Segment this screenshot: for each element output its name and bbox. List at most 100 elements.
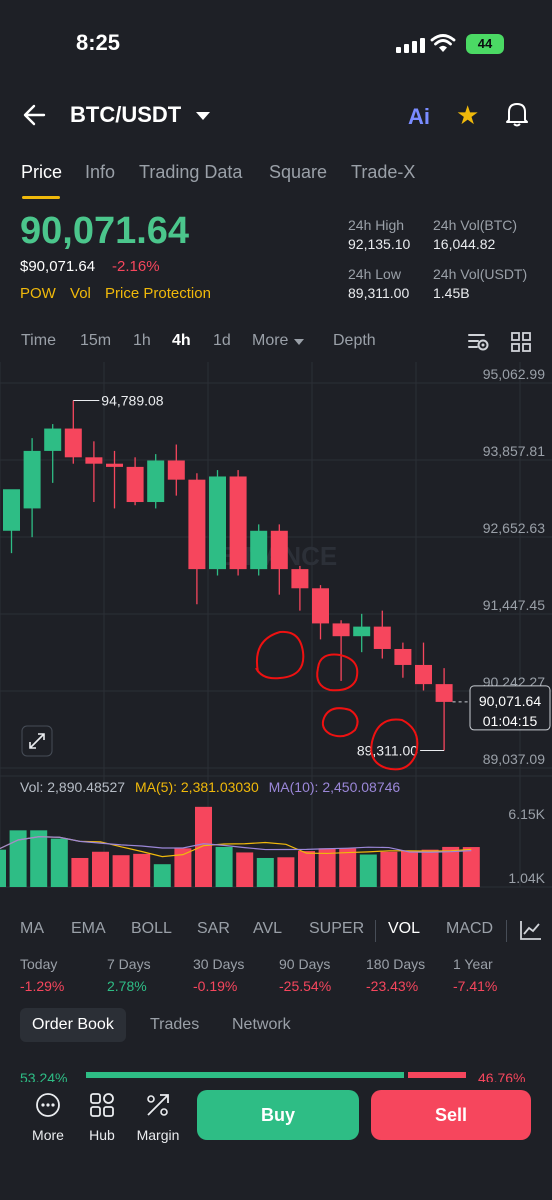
tab-trades[interactable]: Trades — [138, 1008, 211, 1042]
tab-price[interactable]: Price — [21, 162, 62, 183]
candlestick-chart[interactable]: BINANCE 95,062.9993,857.8192,652.6391,44… — [0, 362, 552, 892]
candle-body — [270, 530, 288, 570]
interval-15m[interactable]: 15m — [80, 332, 111, 350]
vol-usdt-value: 1.45B — [433, 285, 470, 301]
more-button[interactable]: More — [20, 1092, 76, 1143]
tab-trading-data[interactable]: Trading Data — [139, 162, 242, 183]
interval-4h[interactable]: 4h — [172, 332, 191, 350]
candle-body — [188, 479, 206, 570]
indicator-ema[interactable]: EMA — [71, 920, 106, 938]
tab-network[interactable]: Network — [220, 1008, 303, 1042]
tag-pow[interactable]: POW — [20, 285, 56, 302]
indicator-settings-icon[interactable] — [520, 920, 542, 940]
indicator-vol[interactable]: VOL — [388, 920, 420, 938]
interval-more[interactable]: More — [252, 332, 288, 350]
candle-body — [435, 684, 453, 702]
section-tabs: Price Info Trading Data Square Trade-X — [0, 160, 552, 200]
volume-bar — [339, 848, 357, 887]
fullscreen-button[interactable] — [21, 725, 53, 757]
volume-legend: Vol: 2,890.48527 MA(5): 2,381.03030 MA(1… — [20, 779, 400, 795]
pair-selector[interactable]: BTC/USDT — [70, 102, 181, 128]
candle-body — [106, 463, 123, 467]
buy-button[interactable]: Buy — [197, 1090, 359, 1140]
indicator-avl[interactable]: AVL — [253, 920, 282, 938]
tag-price-protection[interactable]: Price Protection — [105, 285, 211, 302]
tag-list: POW Vol Price Protection — [20, 285, 221, 302]
indicator-macd[interactable]: MACD — [446, 920, 493, 938]
indicator-sar[interactable]: SAR — [197, 920, 230, 938]
fiat-price: $90,071.64 — [20, 258, 96, 275]
indicator-super[interactable]: SUPER — [309, 920, 364, 938]
volume-bar — [50, 838, 68, 887]
ma5-value: MA(5): 2,381.03030 — [135, 779, 259, 795]
sell-ratio-bar — [408, 1072, 466, 1078]
volume-bar — [71, 857, 89, 887]
price-axis-label: 93,857.81 — [483, 443, 545, 459]
volume-bar — [277, 857, 295, 887]
candle-body — [44, 428, 62, 451]
candle-body — [167, 460, 185, 480]
candle-body — [3, 489, 20, 531]
candle-body — [250, 530, 268, 570]
layout-grid-icon[interactable] — [511, 332, 531, 352]
indicator-ma[interactable]: MA — [20, 920, 44, 938]
candle-body — [85, 457, 103, 464]
current-price-label: 90,071.64 — [479, 693, 541, 709]
chart-settings-icon[interactable] — [468, 332, 490, 352]
margin-button[interactable]: Margin — [130, 1092, 186, 1143]
interval-depth[interactable]: Depth — [333, 332, 376, 350]
candle-body — [23, 450, 41, 509]
volume-bar — [380, 851, 398, 887]
ma10-line — [0, 836, 472, 853]
candle-body — [373, 626, 391, 649]
tag-vol[interactable]: Vol — [70, 285, 91, 302]
tab-info[interactable]: Info — [85, 162, 115, 183]
price-change: -2.16% — [112, 258, 160, 275]
high-marker-label: 94,789.08 — [101, 393, 163, 409]
divider — [506, 920, 507, 942]
bottom-action-bar: More Hub Margin Buy Sell — [0, 1082, 552, 1200]
bell-icon[interactable] — [504, 100, 530, 128]
low-value: 89,311.00 — [348, 285, 410, 301]
volume-bar — [442, 846, 460, 887]
candle-body — [415, 664, 432, 685]
perf-label: 1 Year — [453, 956, 493, 972]
indicator-boll[interactable]: BOLL — [131, 920, 172, 938]
more-chevron-icon[interactable] — [294, 339, 304, 345]
back-arrow-icon[interactable] — [22, 102, 48, 128]
indicator-bar: MA EMA BOLL SAR AVL SUPER VOL MACD — [0, 920, 552, 942]
buy-ratio-bar — [86, 1072, 404, 1078]
countdown-label: 01:04:15 — [483, 713, 538, 729]
vol-value: Vol: 2,890.48527 — [20, 779, 126, 795]
interval-1d[interactable]: 1d — [213, 332, 231, 350]
price-axis-label: 95,062.99 — [483, 366, 545, 382]
ai-assistant-button[interactable]: Ai — [408, 104, 430, 130]
candle-body — [229, 476, 247, 570]
candle-body — [291, 569, 309, 589]
volume-bar — [0, 849, 6, 887]
status-bar: 8:25 44 — [0, 0, 552, 90]
candle-body — [126, 466, 144, 503]
last-price: 90,071.64 — [20, 210, 190, 252]
candle-body — [147, 460, 165, 503]
perf-value: -0.19% — [193, 978, 238, 994]
chevron-down-icon[interactable] — [196, 112, 210, 120]
tab-trade-x[interactable]: Trade-X — [351, 162, 415, 183]
interval-time[interactable]: Time — [21, 332, 56, 350]
interval-1h[interactable]: 1h — [133, 332, 151, 350]
margin-label: Margin — [136, 1127, 180, 1143]
favorite-star-icon[interactable]: ★ — [456, 100, 479, 131]
perf-label: 180 Days — [366, 956, 426, 972]
volume-bar — [153, 864, 171, 887]
divider — [375, 920, 376, 942]
tab-order-book[interactable]: Order Book — [20, 1008, 126, 1042]
tab-square[interactable]: Square — [269, 162, 327, 183]
sell-button[interactable]: Sell — [371, 1090, 531, 1140]
price-axis-label: 92,652.63 — [483, 520, 545, 536]
volume-bar — [133, 853, 151, 887]
perf-value: 2.78% — [107, 978, 147, 994]
volume-bar — [359, 854, 377, 887]
hub-button[interactable]: Hub — [74, 1092, 130, 1143]
more-icon — [36, 1093, 60, 1117]
candle-body — [353, 626, 371, 637]
